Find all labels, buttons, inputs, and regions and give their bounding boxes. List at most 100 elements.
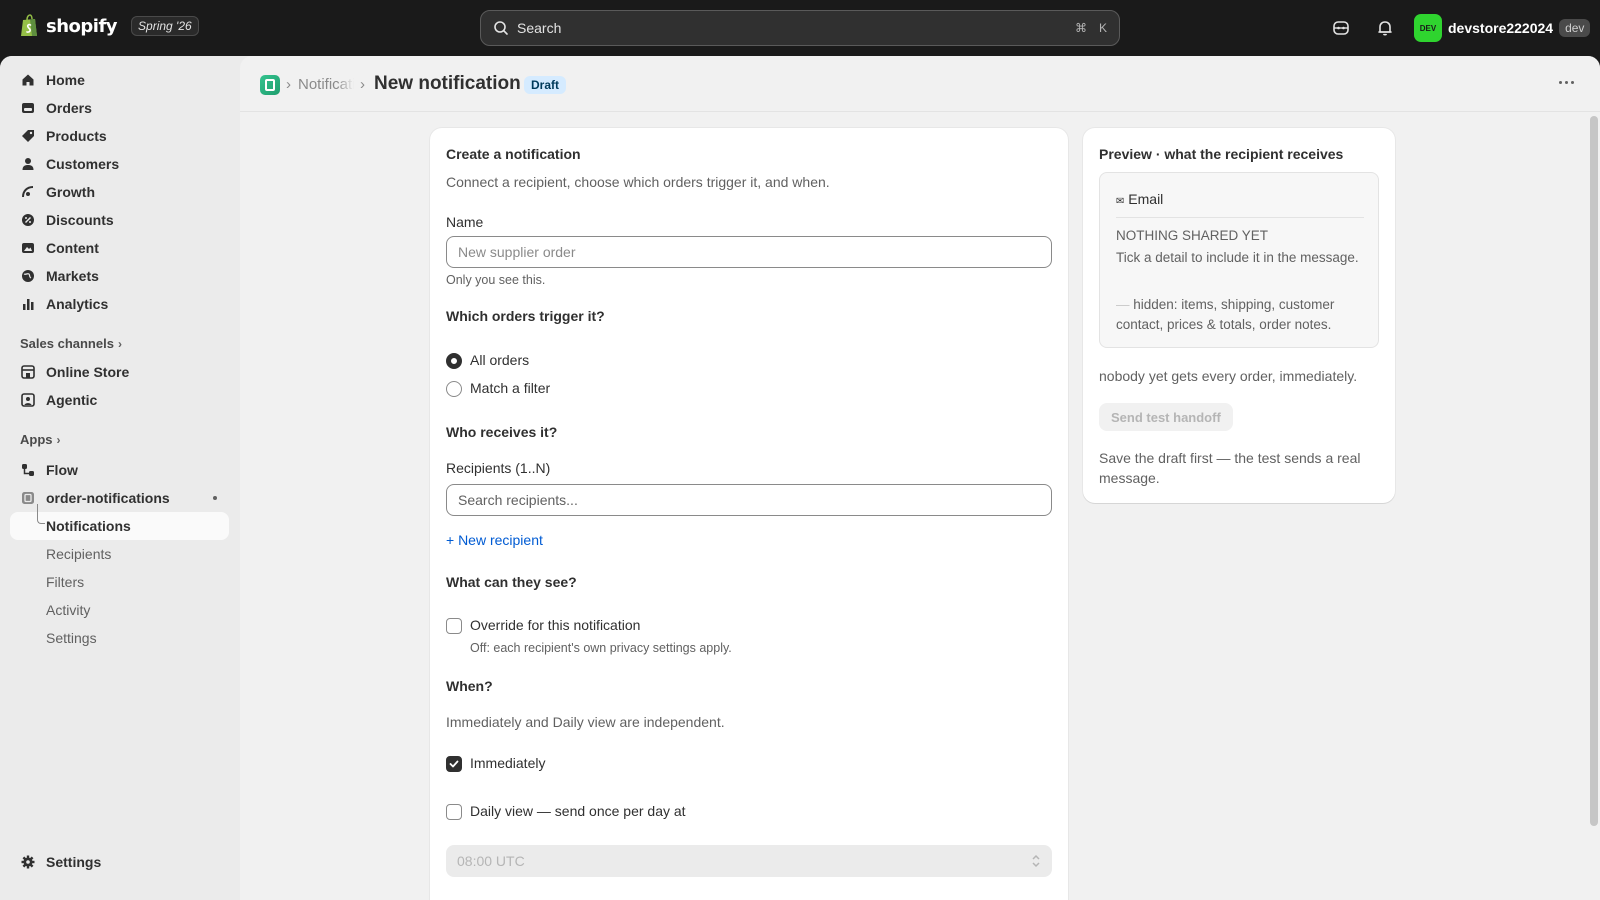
bar-chart-icon (20, 296, 36, 312)
sidebar-item-orders[interactable]: Orders (10, 94, 229, 122)
sidebar-item-customers[interactable]: Customers (10, 150, 229, 178)
chevron-right-icon: › (117, 336, 122, 351)
app-icon[interactable] (260, 75, 280, 95)
discount-icon (20, 212, 36, 228)
sidebar-item-flow[interactable]: Flow (10, 456, 229, 484)
search-icon (494, 21, 508, 35)
daily-view-checkbox[interactable] (446, 804, 462, 820)
when-heading: When? (446, 678, 493, 694)
sidebar: Home Orders Products Customers Growth Di… (0, 56, 240, 900)
empty-text: Tick a detail to include it in the messa… (1116, 250, 1359, 265)
status-badge: Draft (524, 76, 567, 94)
name-placeholder: New supplier order (458, 244, 576, 260)
person-icon (20, 156, 36, 172)
divider (1116, 217, 1364, 218)
email-header: ✉ Email (1116, 191, 1163, 207)
hidden-fields-note: — hidden: items, shipping, customer cont… (1116, 295, 1372, 335)
sidebar-item-label: Notifications (46, 518, 131, 534)
sidebar-item-label: Orders (46, 100, 92, 116)
sidebar-item-agentic[interactable]: Agentic (10, 386, 229, 414)
flow-icon (20, 462, 36, 478)
sidebar-item-markets[interactable]: Markets (10, 262, 229, 290)
scrollbar[interactable] (1590, 116, 1598, 826)
sidebar-item-label: Discounts (46, 212, 114, 228)
chevron-right-icon: › (286, 76, 291, 93)
shopify-logo[interactable]: shopify Spring '26 (20, 14, 199, 38)
radio-label[interactable]: All orders (470, 352, 529, 368)
new-recipient-link[interactable]: + New recipient (446, 532, 543, 548)
sidebar-item-label: Recipients (46, 546, 112, 562)
sidebar-item-label: Flow (46, 462, 78, 478)
edition-badge[interactable]: Spring '26 (131, 16, 199, 36)
sidebar-item-content[interactable]: Content (10, 234, 229, 262)
agentic-icon (20, 392, 36, 408)
immediately-label[interactable]: Immediately (470, 755, 545, 771)
breadcrumb[interactable]: Notifications (298, 76, 354, 93)
sidebar-item-settings[interactable]: Settings (10, 848, 229, 876)
sidebar-item-label: Home (46, 72, 85, 88)
preview-card: Preview · what the recipient receives ✉ … (1083, 128, 1395, 503)
override-label[interactable]: Override for this notification (470, 617, 640, 633)
name-help: Only you see this. (446, 273, 546, 287)
preview-title: Preview · what the recipient receives (1099, 146, 1344, 162)
sidebar-item-label: Content (46, 240, 99, 256)
radio-all-orders[interactable] (446, 353, 462, 369)
chevron-right-icon: › (56, 432, 61, 447)
store-env-badge: dev (1559, 19, 1591, 37)
storefront-icon (20, 364, 36, 380)
override-checkbox[interactable] (446, 618, 462, 634)
radio-match-filter[interactable] (446, 381, 462, 397)
trigger-heading: Which orders trigger it? (446, 308, 605, 324)
home-icon (20, 72, 36, 88)
card-subtitle: Connect a recipient, choose which orders… (446, 174, 830, 190)
recipients-placeholder: Search recipients... (458, 492, 578, 508)
override-help: Off: each recipient's own privacy settin… (470, 641, 732, 655)
sidebar-item-analytics[interactable]: Analytics (10, 290, 229, 318)
main-content: › Notifications › New notification Draft… (240, 56, 1600, 900)
immediately-checkbox[interactable] (446, 756, 462, 772)
daily-view-label[interactable]: Daily view — send once per day at (470, 803, 686, 819)
sidebar-section-apps[interactable]: Apps › (20, 432, 61, 447)
shortcut-key: K (1098, 21, 1107, 35)
tree-connector (37, 504, 45, 524)
search-placeholder: Search (517, 20, 562, 36)
recipients-label: Recipients (1..N) (446, 460, 551, 476)
name-input[interactable]: New supplier order (446, 236, 1052, 268)
sidebar-item-label: Online Store (46, 364, 130, 380)
sidebar-item-growth[interactable]: Growth (10, 178, 229, 206)
recipients-search-input[interactable]: Search recipients... (446, 484, 1052, 516)
more-actions-icon[interactable] (1559, 81, 1574, 84)
orders-icon (20, 100, 36, 116)
growth-icon (20, 184, 36, 200)
select-chevron-icon (1032, 854, 1040, 868)
sidebar-subitem-settings[interactable]: Settings (10, 624, 229, 652)
app-icon (20, 490, 36, 506)
sidebar-item-label: Analytics (46, 296, 109, 312)
sidebar-item-label: Activity (46, 602, 91, 618)
top-bar: shopify Spring '26 Search ⌘ K DEV devsto… (0, 0, 1600, 56)
tag-icon (20, 128, 36, 144)
sidekick-icon[interactable] (1331, 18, 1351, 38)
section-label: Apps (20, 432, 53, 447)
sidebar-subitem-filters[interactable]: Filters (10, 568, 229, 596)
sidebar-item-label: Agentic (46, 392, 98, 408)
sidebar-subitem-notifications[interactable]: Notifications (10, 504, 229, 540)
chevron-right-icon: › (360, 76, 365, 93)
sidebar-item-discounts[interactable]: Discounts (10, 206, 229, 234)
bell-icon[interactable] (1375, 18, 1395, 38)
sidebar-subitem-recipients[interactable]: Recipients (10, 540, 229, 568)
unpin-dot-icon[interactable] (213, 496, 217, 500)
sidebar-item-label: Customers (46, 156, 120, 172)
global-search[interactable]: Search ⌘ K (480, 10, 1120, 46)
preview-summary: nobody yet gets every order, immediately… (1099, 368, 1358, 384)
daily-time-select[interactable]: 08:00 UTC (446, 845, 1052, 877)
sidebar-item-home[interactable]: Home (10, 66, 229, 94)
radio-label[interactable]: Match a filter (470, 380, 550, 396)
recipients-heading: Who receives it? (446, 424, 558, 440)
sidebar-subitem-activity[interactable]: Activity (10, 596, 229, 624)
sidebar-item-products[interactable]: Products (10, 122, 229, 150)
store-menu[interactable]: DEV devstore222024 dev (1414, 14, 1591, 42)
send-test-button[interactable]: Send test handoff (1099, 403, 1233, 431)
sidebar-section-sales-channels[interactable]: Sales channels › (20, 336, 122, 351)
sidebar-item-online-store[interactable]: Online Store (10, 358, 229, 386)
